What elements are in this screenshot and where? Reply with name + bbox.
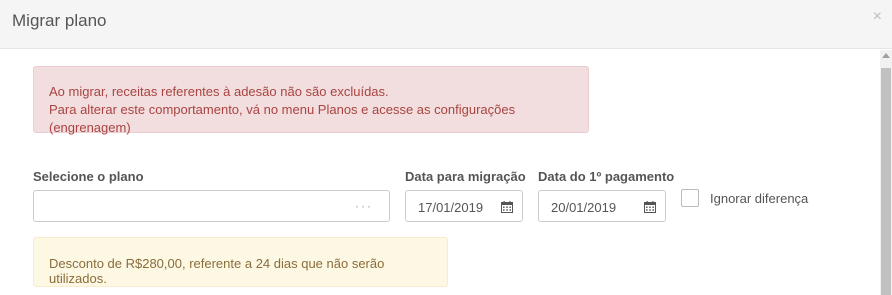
scrollbar-thumb[interactable] bbox=[881, 68, 891, 295]
migration-date-label: Data para migração bbox=[405, 169, 526, 184]
danger-alert: Ao migrar, receitas referentes à adesão … bbox=[33, 66, 589, 135]
calendar-icon[interactable] bbox=[501, 201, 513, 213]
calendar-icon[interactable] bbox=[644, 201, 656, 213]
modal-header: Migrar plano × bbox=[0, 0, 892, 49]
migration-date-input[interactable]: 17/01/2019 bbox=[405, 190, 523, 222]
discount-warning-alert: Desconto de R$280,00, referente a 24 dia… bbox=[33, 237, 448, 287]
danger-alert-line2: Para alterar este comportamento, vá no m… bbox=[49, 102, 516, 135]
discount-warning-text: Desconto de R$280,00, referente a 24 dia… bbox=[49, 256, 385, 286]
danger-alert-line1: Ao migrar, receitas referentes à adesão … bbox=[49, 84, 389, 99]
migrate-plan-modal: Migrar plano × Ao migrar, receitas refer… bbox=[0, 0, 892, 295]
first-payment-label: Data do 1º pagamento bbox=[538, 169, 675, 184]
more-dots-icon: ··· bbox=[355, 199, 373, 213]
plan-select[interactable]: ··· bbox=[33, 190, 390, 222]
modal-title: Migrar plano bbox=[12, 11, 107, 30]
plan-select-label: Selecione o plano bbox=[33, 169, 144, 184]
migration-date-value: 17/01/2019 bbox=[418, 200, 484, 215]
scroll-up-arrow-icon[interactable] bbox=[882, 53, 890, 58]
first-payment-input[interactable]: 20/01/2019 bbox=[538, 190, 666, 222]
first-payment-value: 20/01/2019 bbox=[551, 200, 617, 215]
ignore-difference-label[interactable]: Ignorar diferença bbox=[710, 191, 808, 206]
close-icon[interactable]: × bbox=[873, 8, 882, 26]
ignore-difference-checkbox[interactable] bbox=[681, 189, 699, 207]
